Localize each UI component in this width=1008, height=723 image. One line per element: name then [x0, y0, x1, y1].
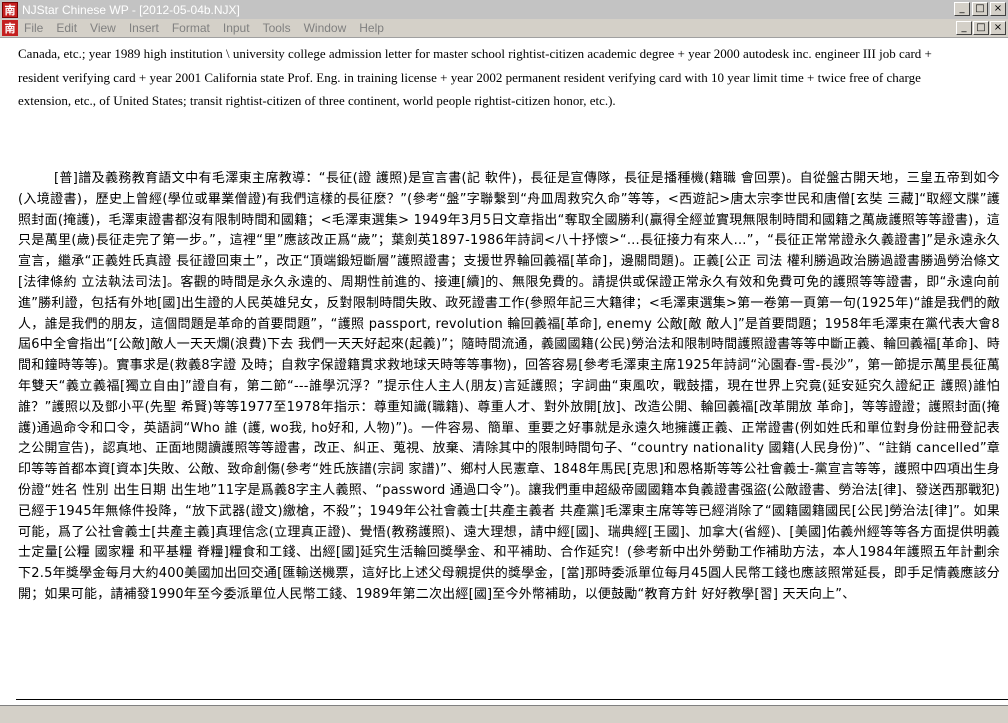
app-logo-icon[interactable]: 南 [2, 1, 18, 18]
close-button[interactable]: × [990, 2, 1006, 16]
menu-help[interactable]: Help [359, 21, 392, 35]
menu-bar: 南 File Edit View Insert Format Input Too… [0, 19, 1008, 38]
menu-window[interactable]: Window [304, 21, 355, 35]
status-bar [0, 705, 1008, 723]
window-title: NJStar Chinese WP - [2012-05-04b.NJX] [22, 2, 240, 17]
window-controls: _ □ × [954, 2, 1006, 16]
english-paragraph[interactable]: Canada, etc.; year 1989 high institution… [18, 42, 948, 113]
menu-tools[interactable]: Tools [263, 21, 299, 35]
menu-file[interactable]: File [24, 21, 51, 35]
menu-view[interactable]: View [90, 21, 124, 35]
doc-restore-button[interactable]: □ [973, 21, 989, 35]
document-area[interactable]: Canada, etc.; year 1989 high institution… [0, 38, 1008, 705]
menu-format[interactable]: Format [172, 21, 218, 35]
doc-close-button[interactable]: × [990, 21, 1006, 35]
menu-insert[interactable]: Insert [129, 21, 167, 35]
title-bar: 南 NJStar Chinese WP - [2012-05-04b.NJX] … [0, 0, 1008, 19]
menu-edit[interactable]: Edit [56, 21, 85, 35]
text-cursor-line [16, 699, 1008, 700]
document-window-controls: _ □ × [956, 21, 1006, 35]
maximize-button[interactable]: □ [972, 2, 988, 16]
doc-minimize-button[interactable]: _ [956, 21, 972, 35]
menu-input[interactable]: Input [223, 21, 258, 35]
minimize-button[interactable]: _ [954, 2, 970, 16]
document-icon[interactable]: 南 [2, 20, 18, 36]
chinese-paragraph-container[interactable]: [普]譜及義務教育語文中有毛澤東主席教導：“長征(證 護照)是宣言書(記 軟件)… [18, 169, 1000, 606]
chinese-paragraph[interactable]: [普]譜及義務教育語文中有毛澤東主席教導：“長征(證 護照)是宣言書(記 軟件)… [18, 169, 1000, 606]
